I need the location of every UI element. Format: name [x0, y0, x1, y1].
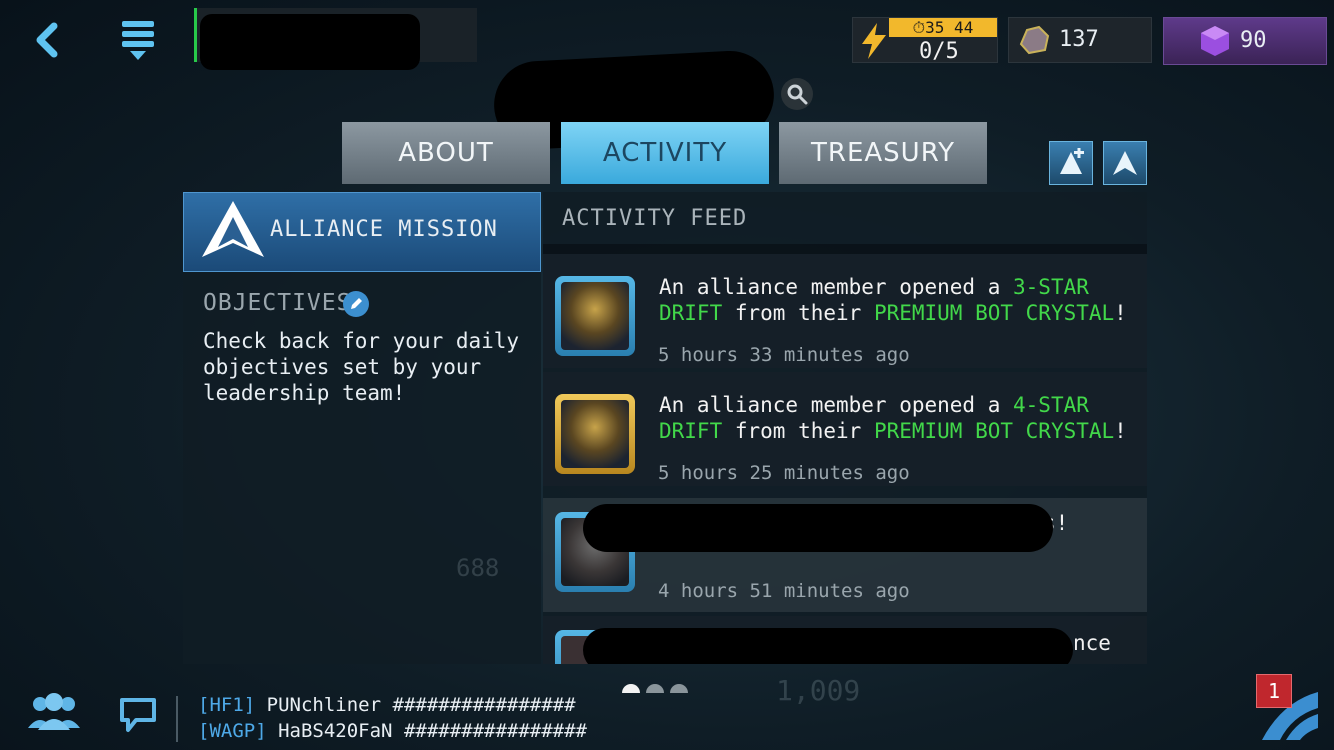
timer-icon: ⏱ — [912, 18, 926, 37]
chat-message[interactable]: [HF1] PUNchliner ################ — [198, 694, 576, 716]
lightning-icon — [862, 23, 886, 59]
page-dot[interactable] — [670, 684, 688, 693]
page-dot-active[interactable] — [622, 684, 640, 693]
alliance-mission-title: ALLIANCE MISSION — [270, 217, 498, 242]
alliance-mission-icon — [202, 201, 264, 257]
alliance-emblem-icon — [1113, 151, 1137, 175]
crystal-icon — [1201, 26, 1229, 56]
objectives-text: Check back for your daily objectives set… — [203, 329, 520, 405]
background-stat: 688 — [456, 554, 500, 582]
feed-item: An alliance member opened a 4-STAR DRIFT… — [543, 372, 1147, 486]
notification-badge: 1 — [1256, 674, 1292, 708]
objectives-title: OBJECTIVES — [203, 290, 352, 316]
activity-feed-title: ACTIVITY FEED — [562, 206, 748, 231]
crystal-display: 90 — [1163, 17, 1327, 65]
chat-message[interactable]: [WAGP] HaBS420FaN ################ — [198, 720, 587, 742]
alliance-add-icon — [1060, 148, 1084, 174]
feed-divider — [543, 244, 1147, 254]
chat-alliance-tag: [WAGP] — [198, 720, 267, 742]
alliance-emblem-button[interactable] — [1103, 141, 1147, 185]
chat-player-name: HaBS420FaN — [278, 720, 393, 742]
tab-about[interactable]: ABOUT — [342, 122, 550, 184]
edit-objectives-button[interactable] — [343, 291, 369, 317]
ore-icon — [1019, 25, 1050, 55]
people-icon — [28, 693, 80, 730]
tab-treasury[interactable]: TREASURY — [779, 122, 987, 184]
feed-item-text: An alliance member opened a 3-STAR DRIFT… — [659, 274, 1139, 326]
feed-text-post: ! — [1114, 419, 1127, 443]
feed-text-mid: from their — [722, 419, 874, 443]
feed-text-highlight: PREMIUM BOT CRYSTAL — [873, 301, 1115, 325]
alliance-mission-header[interactable]: ALLIANCE MISSION — [183, 192, 541, 272]
search-button[interactable] — [781, 78, 813, 110]
feed-text-mid: from their — [722, 301, 874, 325]
drift-portrait — [555, 394, 635, 474]
alliance-add-button[interactable] — [1049, 141, 1093, 185]
feed-text-pre: An alliance member opened a — [659, 275, 1014, 299]
feed-text-highlight: PREMIUM BOT CRYSTAL — [873, 419, 1115, 443]
ore-display: 137 — [1008, 17, 1152, 63]
search-icon — [787, 84, 808, 105]
feed-item-text-tail: nce — [1073, 631, 1111, 655]
drift-portrait — [555, 276, 635, 356]
redaction-name — [200, 14, 420, 70]
chat-divider — [176, 696, 178, 742]
energy-display: ⏱35 44 0/5 — [852, 17, 998, 64]
chat-bubble-icon — [120, 698, 156, 732]
feed-item: s! 4 hours 51 minutes ago — [543, 498, 1147, 612]
feed-text-post: ! — [1114, 301, 1127, 325]
feed-item: An alliance member opened a 3-STAR DRIFT… — [543, 254, 1147, 368]
feed-item-text: An alliance member opened a 4-STAR DRIFT… — [659, 392, 1139, 444]
feed-item-time: 4 hours 51 minutes ago — [658, 580, 910, 602]
chat-text: ################ — [403, 720, 587, 742]
chevron-left-icon — [36, 22, 58, 58]
page-dot[interactable] — [646, 684, 664, 693]
background-stat-footer: 1,009 — [776, 674, 861, 707]
pencil-icon — [351, 298, 362, 309]
feed-text-pre: An alliance member opened a — [659, 393, 1014, 417]
chat-button[interactable] — [118, 694, 158, 738]
feed-item-time: 5 hours 33 minutes ago — [658, 344, 910, 366]
crystal-count: 90 — [1240, 28, 1267, 53]
activity-feed-panel: ACTIVITY FEED An alliance member opened … — [543, 192, 1147, 664]
tab-activity[interactable]: ACTIVITY — [561, 122, 769, 184]
menu-button[interactable] — [106, 8, 170, 72]
back-button[interactable] — [16, 8, 80, 72]
menu-icon — [122, 21, 154, 60]
alliance-members-button[interactable] — [26, 692, 82, 736]
feed-item-time: 5 hours 25 minutes ago — [658, 462, 910, 484]
chat-text: ################ — [392, 694, 576, 716]
energy-count: 0/5 — [919, 39, 959, 64]
redaction-feed — [583, 628, 1073, 664]
energy-timer: 35 44 — [925, 18, 974, 37]
chat-player-name: PUNchliner — [266, 694, 382, 716]
chat-alliance-tag: [HF1] — [198, 694, 256, 716]
redaction-feed — [583, 504, 1053, 552]
ore-count: 137 — [1059, 27, 1099, 52]
feed-item: nce — [543, 616, 1147, 664]
